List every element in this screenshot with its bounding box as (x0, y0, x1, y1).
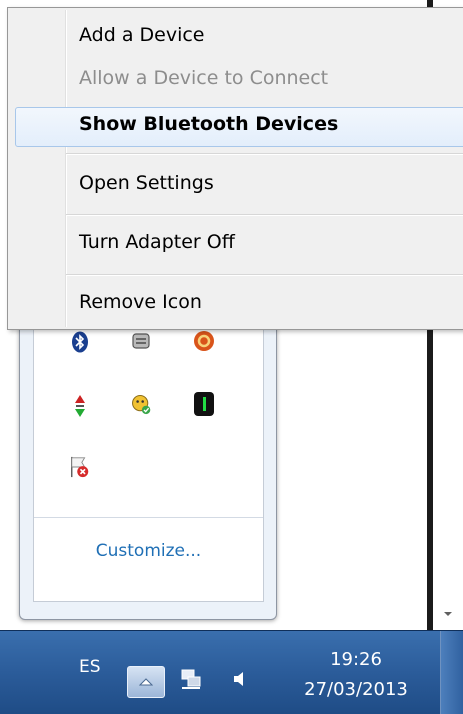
clock-time: 19:26 (330, 649, 382, 670)
bluetooth-icon[interactable] (69, 331, 91, 353)
bluetooth-context-menu: Add a Device Allow a Device to Connect S… (7, 7, 463, 330)
taskbar: ES 19:26 27/03/2013 (0, 630, 463, 714)
scroll-down-arrow-icon[interactable] (444, 612, 452, 616)
orange-app-icon[interactable] (193, 330, 215, 352)
menu-item-open-settings[interactable]: Open Settings (79, 172, 214, 194)
menu-item-add-device[interactable]: Add a Device (79, 24, 205, 46)
tray-overflow-flyout: Customize... (19, 280, 277, 620)
menu-item-remove-icon[interactable]: Remove Icon (79, 291, 202, 313)
system-clock[interactable]: 19:26 27/03/2013 (296, 645, 416, 705)
language-indicator[interactable]: ES (79, 657, 101, 677)
menu-separator-highlight (66, 215, 463, 216)
show-desktop-button[interactable] (440, 631, 463, 714)
clock-date: 27/03/2013 (304, 679, 408, 700)
network-icon[interactable] (180, 667, 202, 696)
messenger-icon[interactable] (130, 393, 152, 415)
chevron-up-icon (139, 678, 153, 686)
updown-arrows-icon[interactable] (69, 395, 91, 417)
green-digit-icon[interactable] (193, 392, 215, 416)
menu-gutter-separator-highlight (66, 10, 67, 327)
customize-link[interactable]: Customize... (34, 541, 263, 561)
menu-item-show-bluetooth-devices[interactable]: Show Bluetooth Devices (79, 113, 338, 135)
menu-item-allow-device-to-connect[interactable]: Allow a Device to Connect (79, 67, 328, 89)
menu-separator-highlight (66, 275, 463, 276)
flag-error-icon[interactable] (69, 456, 91, 478)
network-drive-icon[interactable] (130, 330, 152, 352)
volume-icon[interactable] (232, 669, 248, 694)
show-hidden-icons-button[interactable] (127, 666, 165, 698)
menu-separator-highlight (66, 154, 463, 155)
flyout-divider (34, 517, 263, 518)
menu-item-turn-adapter-off[interactable]: Turn Adapter Off (79, 231, 235, 253)
